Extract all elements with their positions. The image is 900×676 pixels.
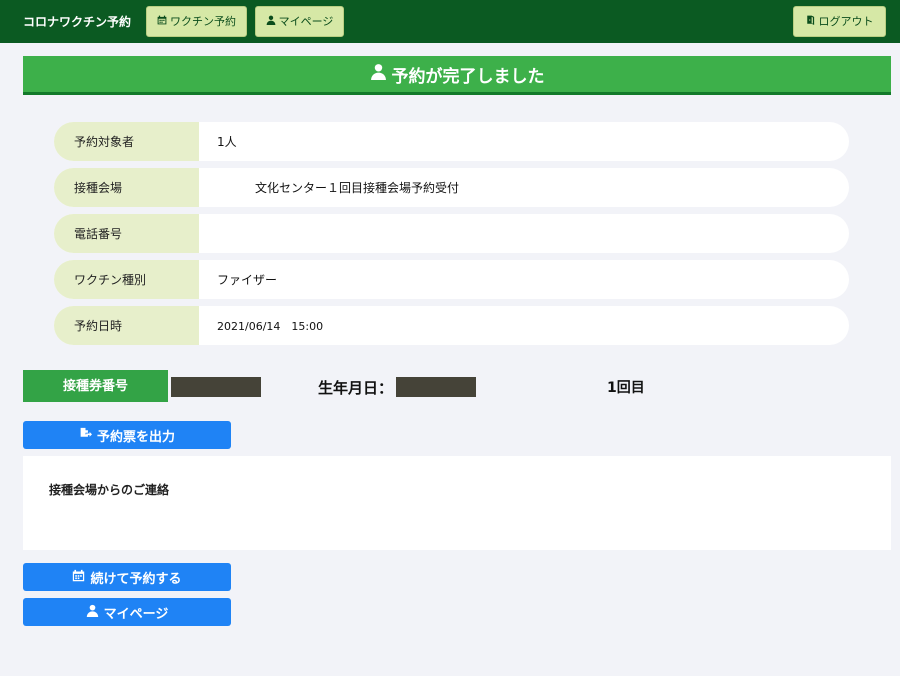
calendar-icon (157, 15, 167, 28)
door-icon (806, 15, 816, 28)
user-icon (370, 63, 387, 85)
venue-notice-title: 接種会場からのご連絡 (49, 483, 170, 497)
info-label: 予約日時 (54, 306, 199, 345)
redacted-birthdate (396, 377, 476, 397)
continue-reservation-button[interactable]: 続けて予約する (23, 563, 231, 591)
info-value: 文化センター１回目接種会場予約受付 (255, 181, 460, 195)
info-value: 2021/06/14 15:00 (217, 319, 324, 333)
user-icon (86, 604, 99, 621)
venue-notice-panel: 接種会場からのご連絡 (23, 456, 891, 550)
top-navbar: コロナワクチン予約 ワクチン予約 マイページ ログアウト (0, 0, 900, 43)
info-value: ファイザー (217, 273, 278, 287)
info-value: 1人 (217, 135, 237, 149)
birthdate-label: 生年月日： (318, 379, 394, 397)
info-row-phone: 電話番号 (54, 214, 849, 253)
logout-label: ログアウト (818, 15, 874, 28)
info-label: 電話番号 (54, 214, 199, 253)
dose-number: 1回目 (607, 380, 645, 396)
calendar-icon (72, 569, 85, 586)
info-label: 予約対象者 (54, 122, 199, 161)
nav-mypage-button[interactable]: マイページ (255, 6, 344, 37)
nav-vaccine-reservation-button[interactable]: ワクチン予約 (146, 6, 247, 37)
user-icon (266, 15, 276, 28)
mypage-label: マイページ (103, 606, 169, 622)
info-row-vaccine-type: ワクチン種別 ファイザー (54, 260, 849, 299)
file-export-icon (79, 427, 92, 444)
ticket-number-label: 接種券番号 (23, 370, 168, 402)
page-title: 予約が完了しました (391, 66, 545, 87)
mypage-button[interactable]: マイページ (23, 598, 231, 626)
completion-banner: 予約が完了しました (23, 56, 891, 95)
nav-mypage-label: マイページ (278, 15, 334, 28)
nav-vaccine-reservation-label: ワクチン予約 (170, 15, 236, 28)
info-row-target: 予約対象者 1人 (54, 122, 849, 161)
logout-button[interactable]: ログアウト (793, 6, 886, 37)
info-label: 接種会場 (54, 168, 199, 207)
print-reservation-label: 予約票を出力 (96, 429, 175, 445)
redacted-ticket-number (171, 377, 261, 397)
info-row-venue: 接種会場 文化センター１回目接種会場予約受付 (54, 168, 849, 207)
info-label: ワクチン種別 (54, 260, 199, 299)
continue-reservation-label: 続けて予約する (90, 571, 182, 587)
info-row-datetime: 予約日時 2021/06/14 15:00 (54, 306, 849, 345)
brand-title[interactable]: コロナワクチン予約 (23, 13, 131, 30)
print-reservation-button[interactable]: 予約票を出力 (23, 421, 231, 449)
